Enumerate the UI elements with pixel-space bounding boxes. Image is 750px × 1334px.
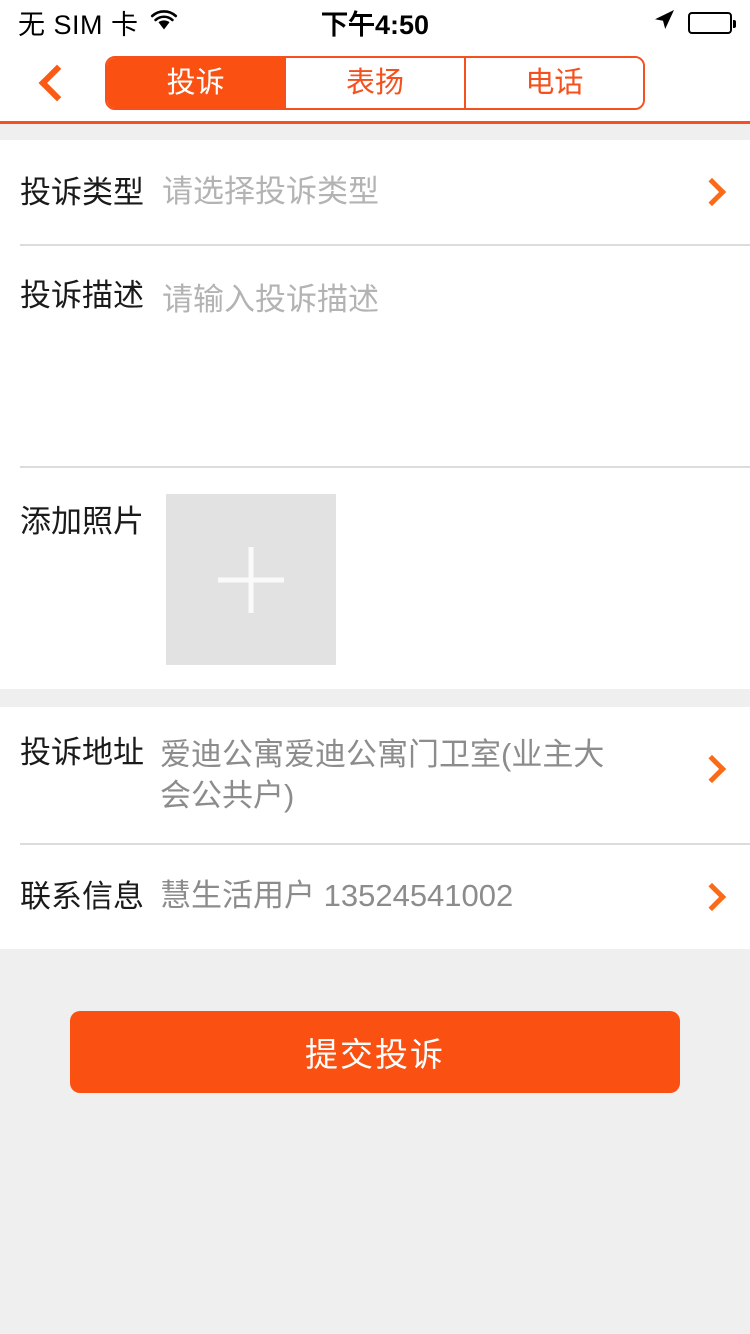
complaint-address-chevron-wrap	[697, 754, 730, 784]
complaint-type-label: 投诉类型	[20, 174, 144, 210]
status-bar: 无 SIM 卡 下午4:50	[0, 0, 750, 45]
contact-info-value: 慧生活用户 13524541002	[160, 878, 514, 914]
complaint-type-value[interactable]: 请选择投诉类型	[162, 172, 379, 213]
chevron-right-icon	[697, 177, 727, 207]
tab-phone-label: 电话	[525, 66, 584, 99]
complaint-address-row[interactable]: 投诉地址 爱迪公寓爱迪公寓门卫室(业主大会公共户)	[0, 707, 750, 843]
status-bar-right	[652, 8, 736, 37]
complaint-address-value: 爱迪公寓爱迪公寓门卫室(业主大会公共户)	[160, 737, 605, 813]
battery-full-icon	[688, 11, 736, 34]
section-gap-middle	[0, 689, 750, 707]
contact-info-row[interactable]: 联系信息 慧生活用户 13524541002	[0, 844, 750, 949]
chevron-left-icon	[38, 64, 75, 102]
complaint-type-row[interactable]: 投诉类型 请选择投诉类型	[0, 140, 750, 244]
tab-segmented-control[interactable]: 投诉 表扬 电话	[105, 56, 645, 110]
app-screen: 无 SIM 卡 下午4:50 投诉 表扬 电话 投诉类型 请选择投诉类型 投诉描…	[0, 0, 750, 1334]
tab-complaint[interactable]: 投诉	[107, 58, 287, 108]
contact-info-chevron-wrap	[697, 882, 730, 911]
complaint-type-chevron-wrap	[697, 177, 730, 207]
tab-praise-label: 表扬	[345, 66, 404, 99]
tab-praise[interactable]: 表扬	[286, 58, 466, 108]
complaint-form-card: 投诉类型 请选择投诉类型 投诉描述 请输入投诉描述 添加照片	[0, 140, 750, 689]
add-photo-label: 添加照片	[20, 504, 144, 539]
add-photo-button[interactable]	[166, 494, 336, 665]
tab-phone[interactable]: 电话	[465, 58, 643, 108]
plus-icon-vertical	[248, 546, 254, 613]
tab-complaint-label: 投诉	[166, 66, 225, 99]
contact-form-card: 投诉地址 爱迪公寓爱迪公寓门卫室(业主大会公共户) 联系信息 慧生活用户 135…	[0, 707, 750, 949]
footer: 提交投诉	[0, 948, 750, 1093]
chevron-right-icon	[697, 882, 727, 911]
status-bar-time: 下午4:50	[320, 10, 430, 40]
contact-info-label: 联系信息	[20, 879, 144, 915]
complaint-desc-label: 投诉描述	[20, 278, 144, 313]
complaint-desc-input[interactable]: 请输入投诉描述	[162, 280, 379, 321]
location-arrow-icon	[652, 8, 676, 37]
navigation-bar: 投诉 表扬 电话	[0, 45, 750, 124]
complaint-desc-row[interactable]: 投诉描述 请输入投诉描述	[0, 246, 750, 466]
add-photo-row: 添加照片	[0, 468, 750, 689]
submit-complaint-button[interactable]: 提交投诉	[70, 1010, 680, 1093]
back-button[interactable]	[0, 44, 105, 123]
section-gap-top	[0, 124, 750, 140]
chevron-right-icon	[697, 754, 727, 784]
complaint-address-label: 投诉地址	[20, 735, 144, 770]
